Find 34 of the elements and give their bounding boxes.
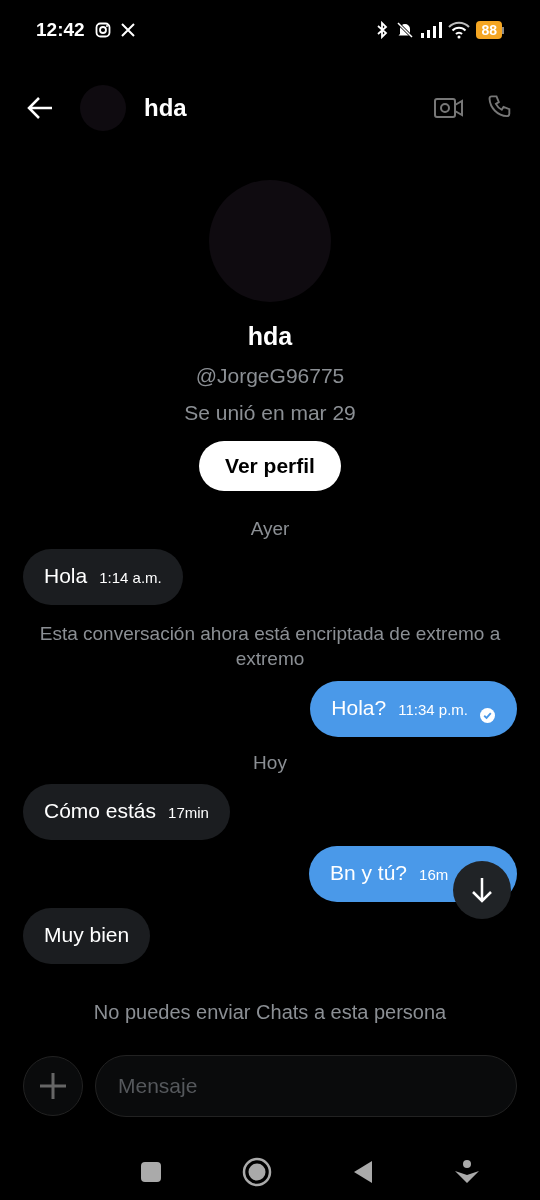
down-arrow-icon	[470, 876, 494, 903]
video-call-icon[interactable]	[434, 96, 464, 120]
message-time: 17min	[168, 802, 209, 823]
message-time: 11:34 p.m.	[398, 700, 468, 720]
assistant-icon[interactable]	[454, 1158, 480, 1185]
encryption-notice: Esta conversación ahora está encriptada de extremo a extremo	[38, 622, 502, 671]
muted-bell-icon	[396, 21, 415, 39]
profile-handle: @JorgeG96775	[195, 362, 345, 389]
date-separator: Ayer	[249, 516, 291, 541]
recents-button-icon[interactable]	[140, 1160, 162, 1183]
plus-icon	[38, 1070, 68, 1101]
message-time: 16m	[419, 864, 449, 885]
battery-indicator: 88	[476, 21, 504, 39]
back-arrow-icon[interactable]	[26, 96, 54, 120]
chat-title: hda	[144, 93, 187, 123]
profile-name: hda	[247, 321, 293, 352]
message-text: Hola	[44, 564, 88, 588]
status-time: 12:42	[36, 17, 85, 42]
signal-icon	[420, 21, 443, 39]
camera-app-icon	[94, 22, 111, 38]
message-text: Cómo estás	[44, 798, 157, 823]
message-text: Muy bien	[44, 922, 130, 947]
view-profile-button[interactable]: Ver perfil	[199, 440, 341, 491]
home-button-icon[interactable]	[242, 1156, 272, 1187]
x-app-icon	[120, 23, 135, 37]
message-time: 1:14 a.m.	[99, 568, 162, 588]
notice-text: No puedes enviar Chats a esta persona	[92, 999, 448, 1025]
joined-date: Se unió en mar 29	[184, 400, 356, 426]
back-button-icon[interactable]	[352, 1159, 374, 1184]
message-text: Hola?	[331, 696, 387, 720]
message-field[interactable]: Mensaje	[95, 1054, 517, 1117]
date-separator: Hoy	[252, 751, 288, 775]
wifi-icon	[448, 21, 471, 39]
message-text: Bn y tú?	[330, 860, 408, 885]
